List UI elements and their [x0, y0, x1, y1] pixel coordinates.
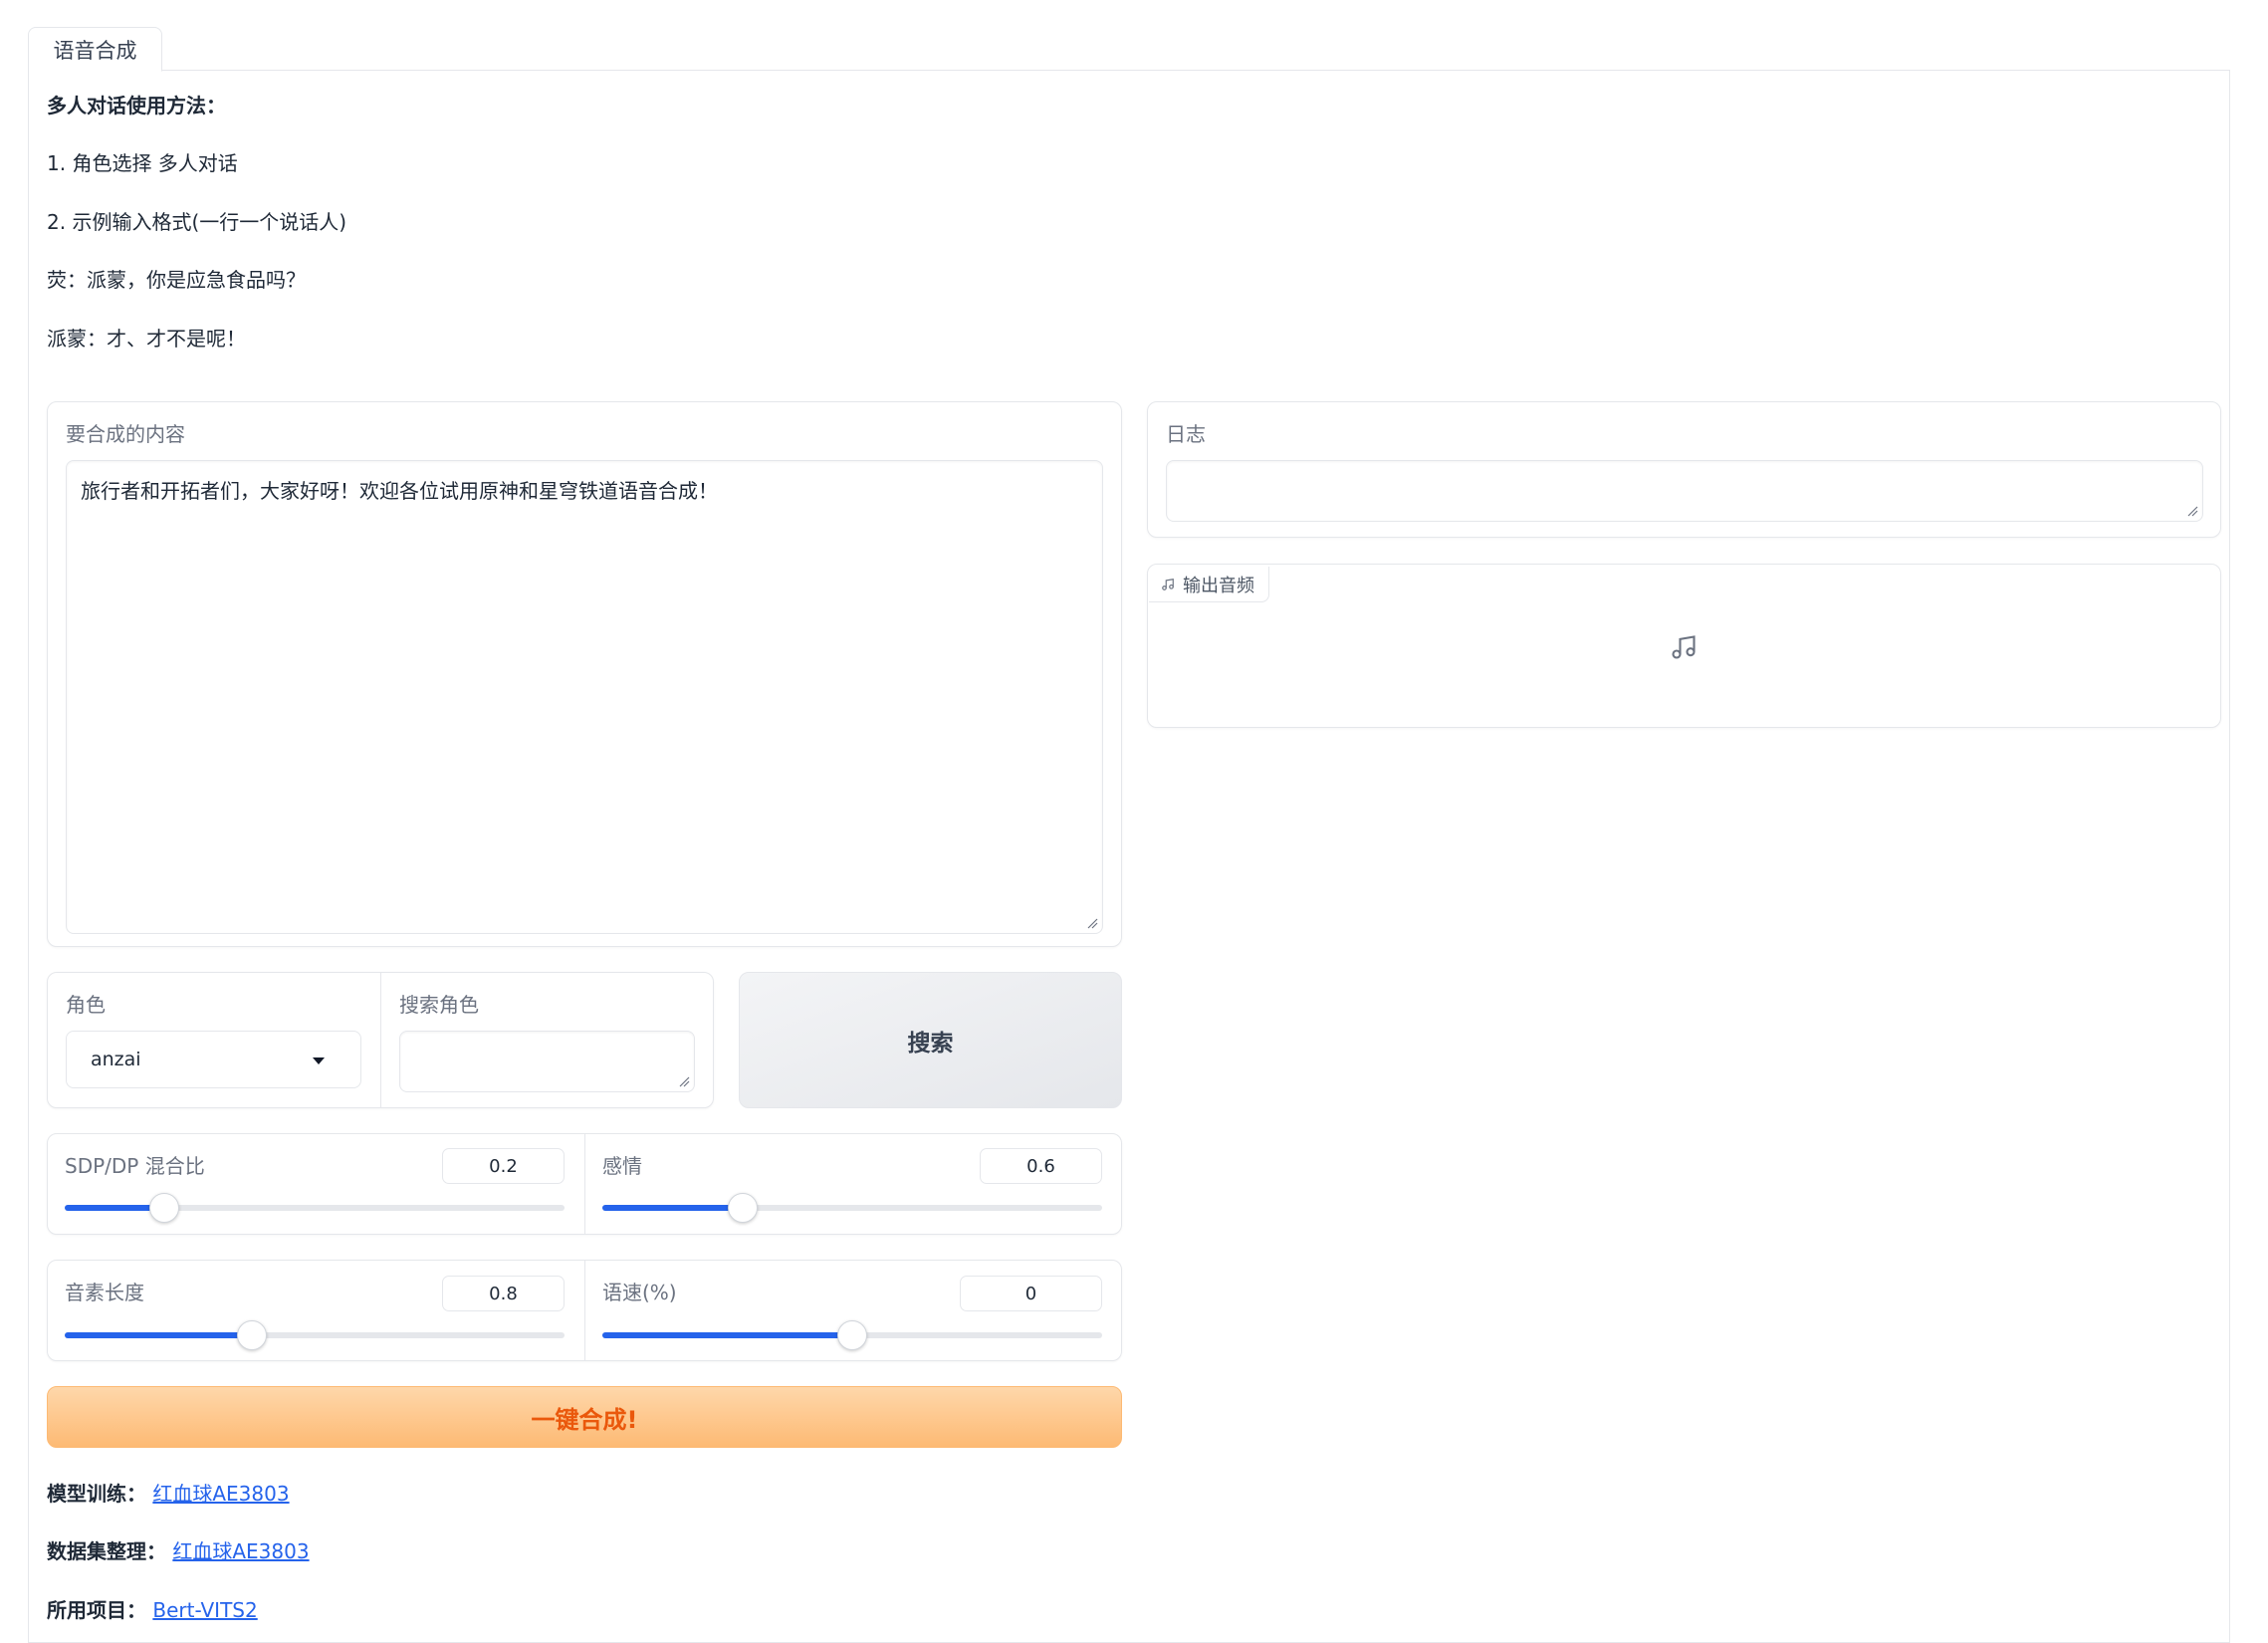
- search-button[interactable]: 搜索: [739, 972, 1122, 1108]
- tab-speech-synthesis[interactable]: 语音合成: [28, 27, 162, 72]
- speed-slider-thumb[interactable]: [837, 1320, 867, 1350]
- content-label: 要合成的内容: [66, 422, 185, 446]
- tab-bar: 语音合成: [28, 27, 2230, 72]
- chevron-down-icon: [313, 1057, 325, 1064]
- sdp-number-input[interactable]: 0.2: [442, 1148, 565, 1184]
- phoneme-length-label: 音素长度: [65, 1281, 144, 1304]
- role-selected-value: anzai: [91, 1049, 141, 1070]
- credit-project: 所用项目： Bert-VITS2: [47, 1598, 258, 1622]
- resize-handle-icon[interactable]: [2186, 505, 2198, 517]
- dataset-link[interactable]: 红血球AE3803: [172, 1539, 309, 1563]
- role-card: 角色 anzai 搜索角色: [47, 972, 714, 1108]
- slider-row-2: [47, 1260, 1122, 1361]
- speed-number-input[interactable]: 0: [960, 1276, 1102, 1311]
- emotion-label: 感情: [602, 1154, 642, 1178]
- instructions-step1: 1. 角色选择 多人对话: [47, 151, 238, 175]
- slider-row-1: [47, 1133, 1122, 1235]
- phoneme-length-slider-fill: [65, 1332, 253, 1338]
- training-link[interactable]: 红血球AE3803: [152, 1482, 289, 1506]
- sdp-label: SDP/DP 混合比: [65, 1154, 205, 1178]
- content-card: 要合成的内容 旅行者和开拓者们，大家好呀！欢迎各位试用原神和星穹铁道语音合成！: [47, 401, 1122, 947]
- log-textarea[interactable]: [1166, 460, 2203, 522]
- search-role-label: 搜索角色: [399, 993, 479, 1017]
- speed-slider-fill: [602, 1332, 852, 1338]
- music-note-icon: [1162, 578, 1174, 590]
- role-dropdown[interactable]: anzai: [66, 1031, 361, 1088]
- speed-label: 语速(%): [602, 1281, 677, 1304]
- credit-training: 模型训练： 红血球AE3803: [47, 1482, 290, 1506]
- resize-handle-icon[interactable]: [678, 1075, 690, 1087]
- role-label: 角色: [66, 993, 106, 1017]
- content-textarea[interactable]: 旅行者和开拓者们，大家好呀！欢迎各位试用原神和星穹铁道语音合成！: [66, 460, 1103, 934]
- emotion-slider-fill: [602, 1205, 743, 1211]
- phoneme-length-number-input[interactable]: 0.8: [442, 1276, 565, 1311]
- phoneme-length-slider[interactable]: [65, 1320, 565, 1350]
- instructions-example2: 派蒙：才、才不是呢！: [47, 327, 246, 351]
- search-role-input[interactable]: [399, 1031, 695, 1092]
- instructions-step2: 2. 示例输入格式(一行一个说话人): [47, 210, 347, 234]
- credit-dataset: 数据集整理： 红血球AE3803: [47, 1539, 310, 1563]
- synthesize-button[interactable]: 一键合成!: [47, 1386, 1122, 1448]
- log-label: 日志: [1166, 422, 1206, 446]
- audio-placeholder-icon: [1672, 635, 1696, 659]
- speed-slider[interactable]: [602, 1320, 1102, 1350]
- sdp-slider[interactable]: [65, 1193, 565, 1223]
- instructions-example1: 荧：派蒙，你是应急食品吗？: [47, 268, 306, 292]
- content-text: 旅行者和开拓者们，大家好呀！欢迎各位试用原神和星穹铁道语音合成！: [81, 479, 718, 503]
- emotion-slider-thumb[interactable]: [727, 1193, 758, 1223]
- log-card: 日志: [1147, 401, 2221, 538]
- emotion-number-input[interactable]: 0.6: [980, 1148, 1102, 1184]
- project-link[interactable]: Bert-VITS2: [152, 1598, 257, 1622]
- instructions-title: 多人对话使用方法：: [47, 94, 226, 117]
- output-audio-label: 输出音频: [1149, 567, 1269, 602]
- emotion-slider[interactable]: [602, 1193, 1102, 1223]
- resize-handle-icon[interactable]: [1086, 917, 1098, 929]
